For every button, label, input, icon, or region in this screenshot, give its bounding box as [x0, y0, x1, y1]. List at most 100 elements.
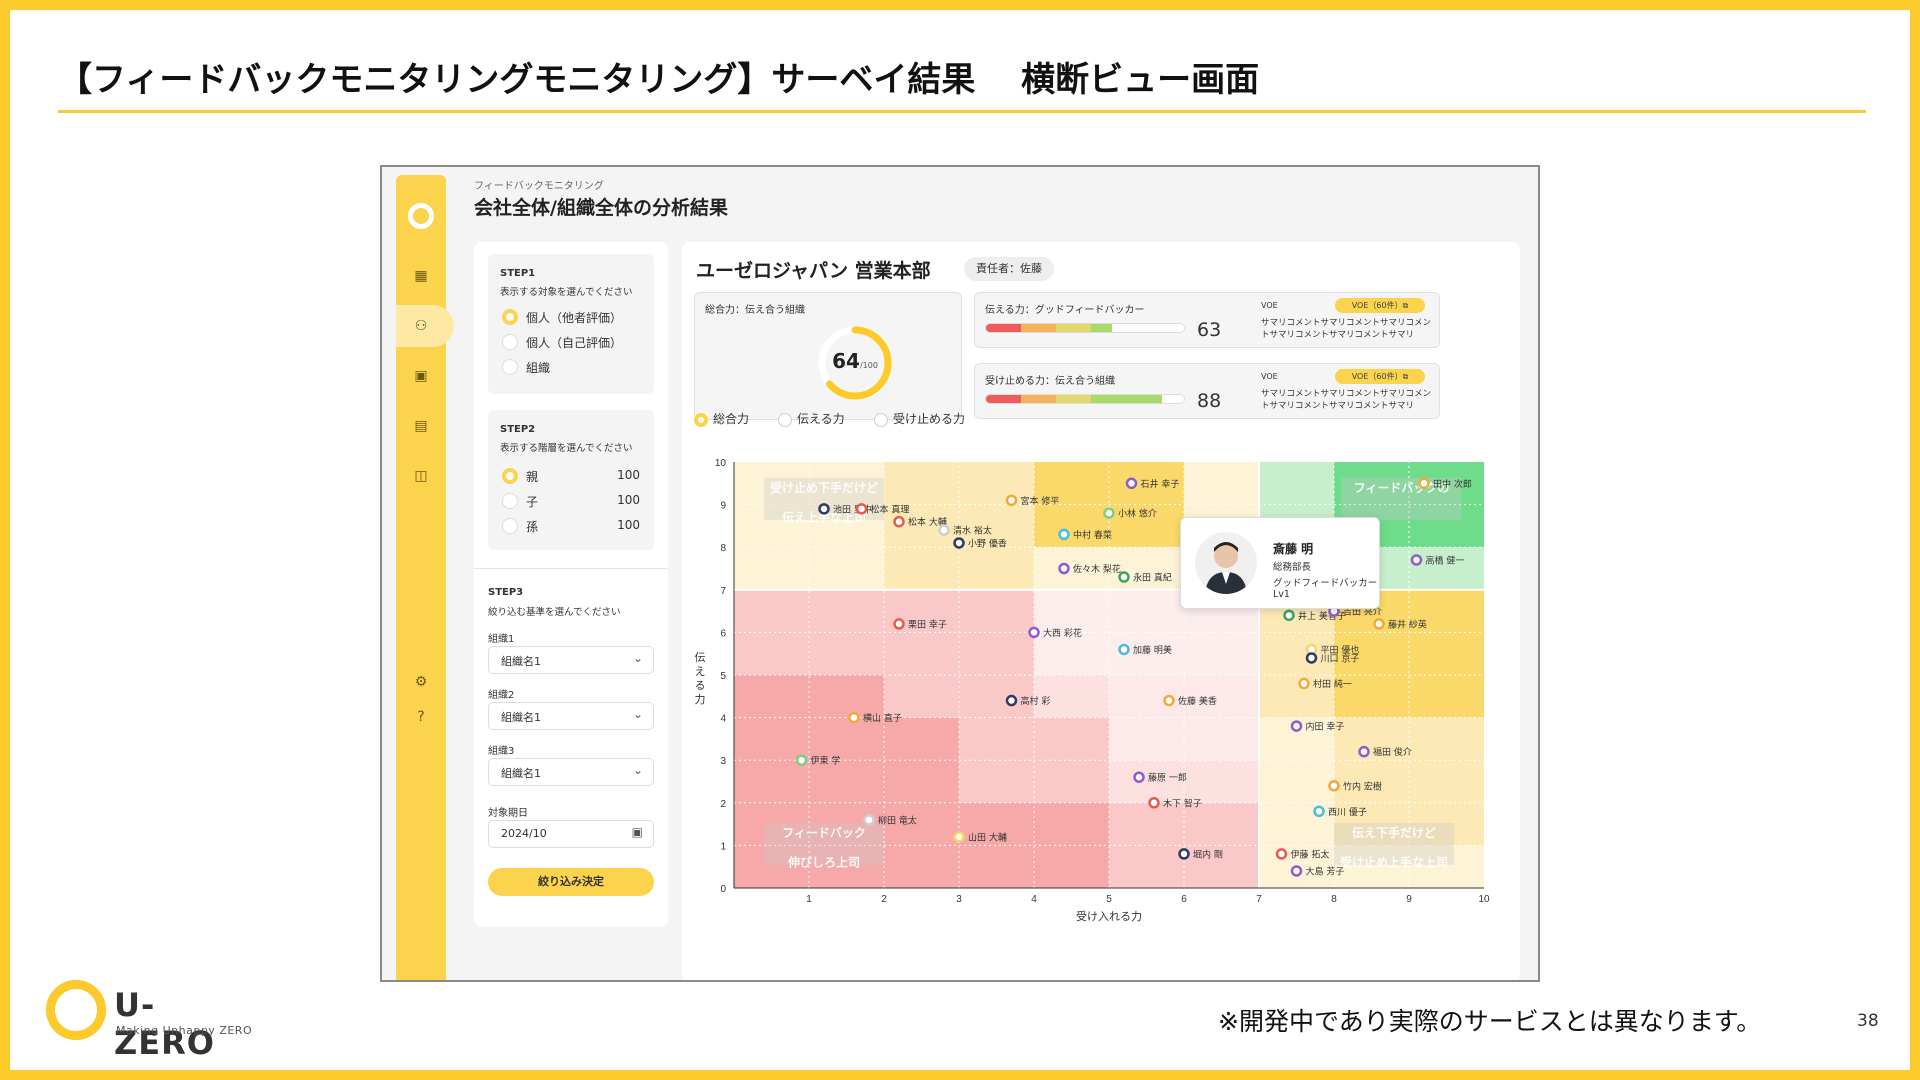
step1-desc: 表示する対象を選んでください: [500, 287, 633, 298]
person-label: 伊藤 拓太: [1291, 848, 1330, 860]
person-point: [893, 618, 905, 630]
overall-gauge: 64/100: [815, 323, 895, 403]
radio-individual-others[interactable]: [502, 309, 518, 325]
convey-score-card: 伝える力：グッドフィードバッカー 63 VOE VOE（60件）⧉ サマリコメン…: [974, 292, 1440, 348]
monitor-icon[interactable]: ▣: [412, 367, 430, 385]
tab-receive[interactable]: 受け止める力: [874, 410, 965, 427]
breadcrumb[interactable]: フィードバックモニタリング: [474, 177, 604, 192]
radio-label: 個人（自己評価）: [526, 336, 623, 350]
person-point: [795, 754, 808, 766]
person-label: 内田 幸子: [1306, 721, 1345, 733]
radio-level-grandchild[interactable]: [502, 518, 518, 534]
x-tick-label: 6: [1181, 894, 1187, 905]
popup-level: グッドフィードバッカーLv1: [1273, 578, 1378, 600]
owner-badge: 責任者：佐藤: [964, 257, 1054, 281]
y-tick-label: 6: [720, 628, 726, 639]
org1-value: 組織名1: [501, 655, 541, 668]
voe-button[interactable]: VOE（60件）⧉: [1335, 369, 1425, 384]
voe-label: VOE: [1261, 301, 1278, 310]
y-tick-label: 4: [720, 714, 726, 725]
person-label: 松本 真理: [871, 503, 910, 515]
logo-icon[interactable]: [408, 203, 434, 229]
apply-filter-button[interactable]: 絞り込み決定: [488, 868, 654, 896]
radio-individual-self[interactable]: [502, 334, 518, 350]
person-label: 加藤 明美: [1133, 644, 1172, 656]
slide-frame-top: [0, 0, 1920, 10]
step2-card: STEP2 表示する階層を選んでください 親 100 子 100 孫 100: [488, 410, 654, 550]
y-tick-label: 9: [720, 501, 726, 512]
person-label: 柳田 竜太: [878, 814, 917, 826]
person-point: [1148, 797, 1160, 809]
org1-select[interactable]: 組織名1 ⌄: [488, 646, 654, 674]
person-label: 藤原 一郎: [1148, 772, 1187, 784]
voe-label: VOE: [1261, 372, 1278, 381]
step1-label: STEP1: [500, 268, 536, 279]
radio-organization[interactable]: [502, 359, 518, 375]
person-label: 高村 彩: [1021, 695, 1051, 707]
tab-overall[interactable]: 総合力: [694, 410, 749, 427]
slide-frame-right: [1910, 0, 1920, 1080]
person-point: [1313, 805, 1325, 818]
x-tick-label: 3: [956, 894, 962, 905]
person-point: [1358, 745, 1370, 758]
presentation-icon[interactable]: ▤: [412, 417, 430, 435]
person-label: 福田 俊介: [1373, 746, 1412, 758]
person-point: [1410, 554, 1423, 566]
radio-label: 子: [526, 495, 539, 509]
person-label: 佐々木 梨花: [1073, 563, 1121, 575]
tab-convey[interactable]: 伝える力: [778, 410, 845, 427]
analysis-panel: ユーゼロジャパン 営業本部 責任者：佐藤 総合力：伝え合う組織 64/100 伝…: [682, 242, 1520, 980]
person-point: [1133, 771, 1145, 783]
person-point: [1298, 677, 1310, 690]
y-axis-label: え: [695, 665, 706, 678]
person-point: [1305, 652, 1318, 664]
person-label: 横山 直子: [863, 712, 902, 724]
voe-button[interactable]: VOE（60件）⧉: [1335, 298, 1425, 313]
person-point: [863, 814, 875, 826]
org2-value: 組織名1: [501, 711, 541, 724]
chat-icon[interactable]: ◫: [412, 467, 430, 485]
org2-select[interactable]: 組織名1 ⌄: [488, 702, 654, 730]
step3-label: STEP3: [488, 587, 524, 598]
person-label: 田中 次郎: [1433, 478, 1472, 490]
gear-icon[interactable]: ⚙: [412, 673, 430, 691]
person-label: 西川 優子: [1328, 806, 1367, 818]
y-tick-label: 2: [720, 799, 726, 810]
person-label: 栗田 幸子: [908, 619, 947, 630]
radio-level-child[interactable]: [502, 493, 518, 509]
page-title: 会社全体/組織全体の分析結果: [474, 197, 728, 219]
voe-summary: サマリコメントサマリコメントサマリコメントサマリコメントサマリコメントサマリ: [1261, 389, 1432, 411]
person-label: 清水 裕太: [953, 525, 992, 537]
person-point: [1125, 477, 1138, 490]
people-icon[interactable]: ⚇: [412, 317, 430, 335]
quadrant-label: 受け止め下手だけど: [770, 480, 878, 495]
dashboard-icon[interactable]: ▦: [412, 267, 430, 285]
person-label: 大西 彩花: [1043, 627, 1082, 639]
voe-summary: サマリコメントサマリコメントサマリコメントサマリコメントサマリコメントサマリ: [1261, 318, 1432, 340]
person-label: 石井 幸子: [1141, 478, 1180, 490]
org3-select[interactable]: 組織名1 ⌄: [488, 758, 654, 786]
person-label: 藤井 紗英: [1388, 618, 1427, 630]
radio-level-parent[interactable]: [502, 468, 518, 484]
receive-label: 受け止める力：伝え合う組織: [985, 376, 1115, 387]
person-label: 小林 悠介: [1118, 508, 1157, 520]
period-input[interactable]: 2024/10 ▣: [488, 820, 654, 848]
quadrant-label: 受け止め上手な上司: [1340, 854, 1448, 869]
radio-label: 個人（他者評価）: [526, 311, 623, 325]
org3-value: 組織名1: [501, 767, 541, 780]
help-icon[interactable]: ?: [412, 708, 430, 726]
period-value: 2024/10: [501, 827, 547, 840]
x-tick-label: 8: [1331, 894, 1337, 905]
convey-score: 63: [1197, 319, 1222, 341]
person-label: 山田 大輔: [968, 831, 1007, 843]
receive-score-card: 受け止める力：伝え合う組織 88 VOE VOE（60件）⧉ サマリコメントサマ…: [974, 363, 1440, 419]
y-tick-label: 3: [720, 756, 726, 767]
x-tick-label: 4: [1031, 894, 1037, 905]
person-point: [953, 537, 965, 549]
filter-panel: STEP1 表示する対象を選んでください 個人（他者評価） 個人（自己評価） 組…: [474, 242, 668, 927]
person-popup: 斎藤 明 総務部長 グッドフィードバッカーLv1: [1180, 517, 1380, 609]
y-axis-label: 力: [695, 693, 706, 706]
person-label: 堀内 剛: [1193, 848, 1223, 860]
person-point: [1103, 507, 1115, 519]
person-label: 大島 芳子: [1306, 865, 1345, 877]
